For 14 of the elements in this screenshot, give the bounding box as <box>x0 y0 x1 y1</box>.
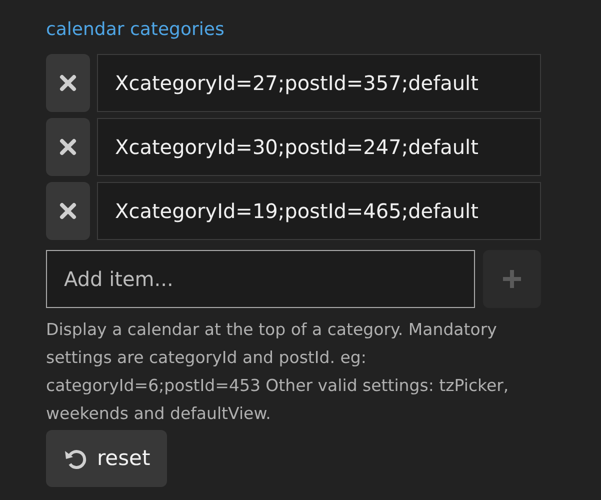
close-icon <box>59 202 77 220</box>
add-item-field[interactable]: Add item... <box>46 250 475 308</box>
item-field[interactable]: XcategoryId=19;postId=465;default <box>97 182 541 240</box>
remove-button[interactable] <box>46 54 90 112</box>
close-icon <box>59 74 77 92</box>
remove-button[interactable] <box>46 182 90 240</box>
item-field[interactable]: XcategoryId=30;postId=247;default <box>97 118 541 176</box>
close-icon <box>59 138 77 156</box>
setting-title: calendar categories <box>46 18 226 42</box>
setting-description: Display a calendar at the top of a category. Mandatory settings are categoryId and postId. eg: categoryId=6;postId=453 Other valid settings: tzPicker, weekends and defaultView. <box>46 319 510 425</box>
remove-button[interactable] <box>46 118 90 176</box>
plus-icon <box>502 269 522 289</box>
item-field[interactable]: XcategoryId=27;postId=357;default <box>97 54 541 112</box>
reset-button[interactable]: reset <box>46 430 168 487</box>
